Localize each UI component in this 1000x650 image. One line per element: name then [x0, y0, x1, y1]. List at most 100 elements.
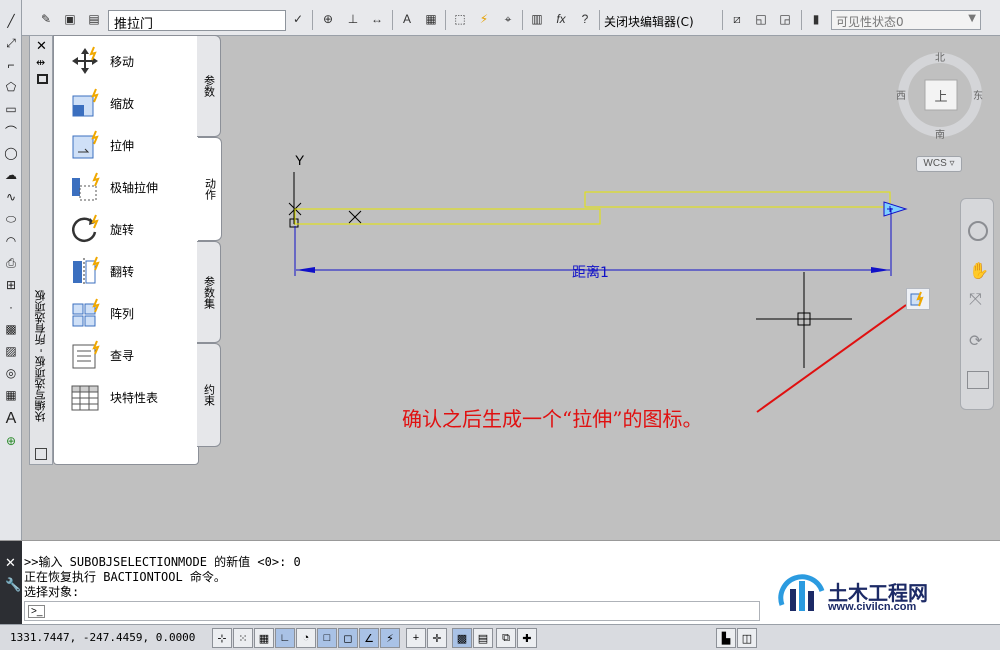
rectangle-icon[interactable]: ▭: [2, 100, 20, 118]
action-icon[interactable]: ⚡: [474, 9, 494, 29]
ucs-menu[interactable]: WCS ▿: [916, 156, 962, 172]
navigation-bar[interactable]: ✋ ⤧ ⟳: [960, 198, 994, 410]
attribute-icon[interactable]: A: [397, 9, 417, 29]
region-icon[interactable]: ◎: [2, 364, 20, 382]
zoom-extents-icon[interactable]: ⤧: [969, 291, 982, 309]
polyline-icon[interactable]: ⌐: [2, 56, 20, 74]
palette-title: 块编写选项板 - 所有选项板: [34, 290, 47, 422]
action-lookup[interactable]: 查寻: [70, 338, 196, 372]
geometric-constraint-icon[interactable]: ⊥: [343, 9, 363, 29]
test-block-icon[interactable]: ✓: [288, 9, 308, 29]
make-invisible-icon[interactable]: ◲: [775, 9, 795, 29]
block-table-icon[interactable]: ▦: [421, 9, 441, 29]
action-move[interactable]: 移动: [70, 44, 196, 78]
parameter-icon[interactable]: ⬚: [450, 9, 470, 29]
close-block-editor-button[interactable]: 关闭块编辑器(C): [604, 13, 694, 30]
dimensional-constraint-icon[interactable]: ↔: [367, 9, 387, 29]
multiline-text-icon[interactable]: A: [2, 410, 20, 428]
quick-properties-icon[interactable]: ▤: [473, 628, 493, 648]
insert-block-icon[interactable]: ⎙: [2, 254, 20, 272]
close-icon[interactable]: ✕: [36, 38, 47, 54]
showmotion-icon[interactable]: [967, 371, 989, 389]
array-icon: [70, 298, 100, 328]
orbit-icon[interactable]: ⟳: [969, 331, 982, 351]
visibility-state-select[interactable]: 可见性状态0 ▼: [831, 10, 981, 30]
layout-icon[interactable]: ◫: [737, 628, 757, 648]
dynamic-input-icon[interactable]: +: [406, 628, 426, 648]
point-icon[interactable]: ·: [2, 298, 20, 316]
palette-menu-icon[interactable]: [35, 448, 47, 460]
dimension-label[interactable]: 距离1: [572, 262, 609, 282]
object-snap-tracking-icon[interactable]: ∠: [359, 628, 379, 648]
edit-block-icon[interactable]: ✎: [36, 9, 56, 29]
annotation-monitor-icon[interactable]: ✚: [517, 628, 537, 648]
gradient-icon[interactable]: ▨: [2, 342, 20, 360]
polar-stretch-icon: [70, 172, 100, 202]
auto-hide-icon[interactable]: ⇹: [36, 56, 45, 69]
action-scale[interactable]: 缩放: [70, 86, 196, 120]
action-rotate[interactable]: 旋转: [70, 212, 196, 246]
make-block-icon[interactable]: ⊞: [2, 276, 20, 294]
save-block-icon[interactable]: ▣: [60, 9, 80, 29]
tab-actions[interactable]: 动作: [198, 137, 222, 241]
annotation-arrow: [756, 304, 907, 413]
visibility-mode-icon[interactable]: ⧄: [727, 9, 747, 29]
tab-parameter-sets[interactable]: 参数集: [197, 241, 221, 343]
properties-icon[interactable]: [37, 74, 48, 84]
action-block-properties-table[interactable]: 块特性表: [70, 380, 196, 414]
auto-constrain-icon[interactable]: ⊕: [318, 9, 338, 29]
polygon-icon[interactable]: ⬠: [2, 78, 20, 96]
authoring-palettes-icon[interactable]: ▥: [527, 9, 547, 29]
action-array[interactable]: 阵列: [70, 296, 196, 330]
pan-icon[interactable]: ✋: [969, 261, 989, 281]
selection-cycling-icon[interactable]: ⧉: [496, 628, 516, 648]
tab-parameters[interactable]: 参数: [197, 35, 221, 137]
3d-object-snap-icon[interactable]: ◻: [338, 628, 358, 648]
infer-constraints-icon[interactable]: ⊹: [212, 628, 232, 648]
construction-line-icon[interactable]: ⤢: [2, 34, 20, 52]
dynamic-ucs-icon[interactable]: ⚡: [380, 628, 400, 648]
block-name-field[interactable]: 推拉门: [108, 10, 286, 32]
action-polar-stretch[interactable]: 极轴拉伸: [70, 170, 196, 204]
tab-constraints[interactable]: 约束: [197, 343, 221, 447]
object-snap-icon[interactable]: □: [317, 628, 337, 648]
command-window-handle[interactable]: ✕ 🔧: [0, 541, 22, 625]
model-space-icon[interactable]: ▙: [716, 628, 736, 648]
ellipse-arc-icon[interactable]: ◠: [2, 232, 20, 250]
line-icon[interactable]: ╱: [2, 12, 20, 30]
parameter-manager-icon[interactable]: fx: [551, 9, 571, 29]
y-axis-label: Y: [295, 152, 305, 168]
ortho-mode-icon[interactable]: ∟: [275, 628, 295, 648]
steering-wheel-icon[interactable]: [968, 221, 988, 241]
table-icon[interactable]: ▦: [2, 386, 20, 404]
add-selected-icon[interactable]: ⊕: [2, 432, 20, 450]
viewcube-face: 上: [934, 89, 947, 104]
watermark-logo: [778, 574, 825, 611]
customize-icon[interactable]: 🔧: [5, 577, 21, 593]
block-authoring-palette: 移动 缩放 拉伸 极轴拉伸 旋转 翻转 阵列 查寻 块特性表: [53, 35, 199, 465]
viewcube[interactable]: 上 北 南 东 西: [895, 52, 985, 142]
save-block-as-icon[interactable]: ▤: [84, 9, 104, 29]
chevron-down-icon: ▼: [968, 13, 976, 24]
define-attribute-icon[interactable]: ⌖: [498, 9, 518, 29]
lineweight-icon[interactable]: ✛: [427, 628, 447, 648]
hatch-icon[interactable]: ▩: [2, 320, 20, 338]
circle-icon[interactable]: ◯: [2, 144, 20, 162]
help-icon[interactable]: ?: [575, 9, 595, 29]
make-visible-icon[interactable]: ◱: [751, 9, 771, 29]
arc-icon[interactable]: ⌒: [2, 122, 20, 140]
action-flip[interactable]: 翻转: [70, 254, 196, 288]
close-icon[interactable]: ✕: [5, 555, 16, 571]
transparency-icon[interactable]: ▩: [452, 628, 472, 648]
ellipse-icon[interactable]: ⬭: [2, 210, 20, 228]
move-icon: [70, 46, 100, 76]
grid-display-icon[interactable]: ▦: [254, 628, 274, 648]
spline-icon[interactable]: ∿: [2, 188, 20, 206]
stretch-action-icon[interactable]: [906, 288, 930, 310]
polar-tracking-icon[interactable]: ◔: [296, 628, 316, 648]
revision-cloud-icon[interactable]: ☁: [2, 166, 20, 184]
action-stretch[interactable]: 拉伸: [70, 128, 196, 162]
visibility-states-icon[interactable]: ▮: [806, 9, 826, 29]
snap-mode-icon[interactable]: ⁙: [233, 628, 253, 648]
command-input[interactable]: >_: [24, 601, 760, 621]
